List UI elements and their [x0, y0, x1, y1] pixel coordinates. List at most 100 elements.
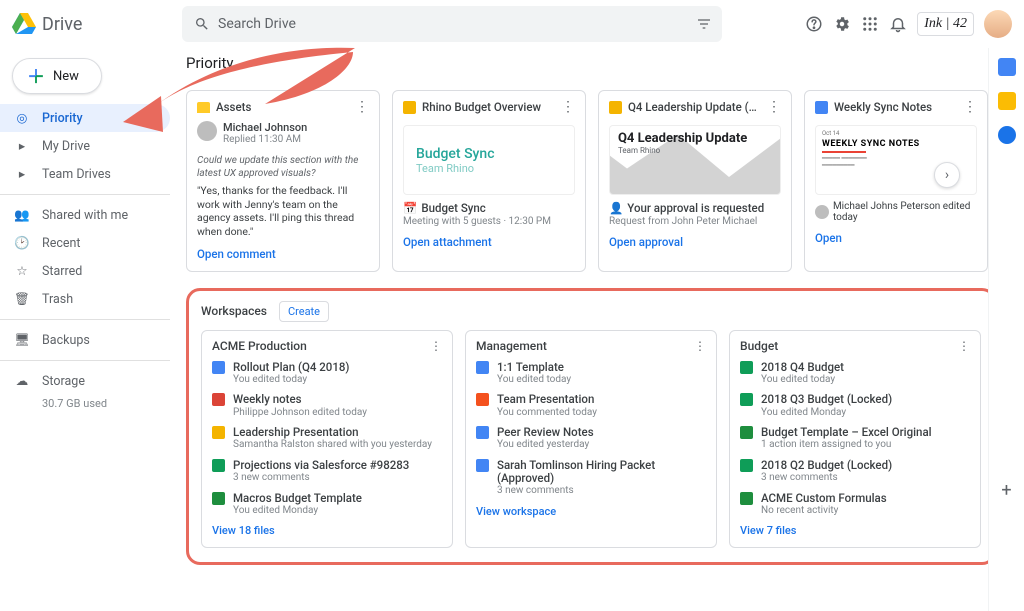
sheets-icon	[212, 459, 225, 472]
more-icon[interactable]: ⋮	[963, 99, 977, 115]
workspace-column: Management⋮ 1:1 Template You edited toda…	[465, 330, 717, 549]
file-subtitle: 1 action item assigned to you	[761, 439, 932, 451]
workspace-file[interactable]: Weekly notes Philippe Johnson edited tod…	[212, 393, 442, 418]
filter-icon[interactable]	[696, 16, 712, 32]
nav-trash[interactable]: 🗑Trash	[0, 285, 170, 313]
new-label: New	[53, 69, 79, 84]
workspaces-title: Workspaces	[201, 304, 267, 318]
people-icon: 👥	[14, 208, 30, 223]
more-icon[interactable]: ⋮	[561, 99, 575, 115]
plus-icon: ＋	[27, 63, 45, 89]
workspace-file[interactable]: Budget Template – Excel Original 1 actio…	[740, 426, 970, 451]
workspace-file[interactable]: Macros Budget Template You edited Monday	[212, 492, 442, 517]
excel-icon	[740, 426, 753, 439]
file-title: Macros Budget Template	[233, 492, 362, 505]
slides-icon	[212, 426, 225, 439]
gear-icon[interactable]	[833, 15, 851, 33]
drive-logo[interactable]: Drive	[12, 13, 172, 35]
folder-icon	[197, 102, 210, 113]
more-icon[interactable]: ⋮	[958, 339, 970, 353]
file-title: 2018 Q4 Budget	[761, 361, 844, 374]
nav-team-drives[interactable]: ▸ Team Drives	[0, 160, 170, 188]
new-button[interactable]: ＋ New	[12, 58, 102, 94]
workspaces-section: Workspaces Create ACME Production⋮ Rollo…	[186, 288, 988, 566]
tasks-icon[interactable]	[998, 126, 1016, 144]
keep-icon[interactable]	[998, 92, 1016, 110]
workspace-file[interactable]: Peer Review Notes You edited yesterday	[476, 426, 706, 451]
slide-preview: Q4 Leadership Update Team Rhino	[609, 125, 781, 195]
search-placeholder: Search Drive	[218, 16, 296, 32]
file-subtitle: You edited today	[761, 374, 844, 386]
help-icon[interactable]	[805, 15, 823, 33]
sheets-icon	[740, 361, 753, 374]
nav-priority[interactable]: ◎ Priority	[0, 104, 170, 132]
file-title: 1:1 Template	[497, 361, 571, 374]
file-subtitle: You edited today	[497, 374, 571, 386]
workspace-file[interactable]: ACME Custom Formulas No recent activity	[740, 492, 970, 517]
open-link[interactable]: Open	[815, 231, 977, 245]
workspace-file[interactable]: 2018 Q2 Budget (Locked) 3 new comments	[740, 459, 970, 484]
view-workspace-link[interactable]: View 7 files	[740, 524, 970, 537]
workspace-file[interactable]: 2018 Q4 Budget You edited today	[740, 361, 970, 386]
excel-icon	[212, 492, 225, 505]
open-attachment-link[interactable]: Open attachment	[403, 235, 575, 249]
slides-icon	[403, 101, 416, 114]
file-subtitle: Philippe Johnson edited today	[233, 407, 367, 419]
scroll-right-button[interactable]: ›	[934, 162, 960, 188]
docs-icon	[476, 459, 489, 472]
workspace-file[interactable]: Rollout Plan (Q4 2018) You edited today	[212, 361, 442, 386]
user-avatar[interactable]	[984, 10, 1012, 38]
workspace-file[interactable]: 2018 Q3 Budget (Locked) You edited Monda…	[740, 393, 970, 418]
check-icon: ◎	[14, 110, 30, 126]
more-icon[interactable]: ⋮	[694, 339, 706, 353]
nav-backups[interactable]: 🖥Backups	[0, 326, 170, 354]
file-subtitle: No recent activity	[761, 505, 887, 517]
sheets-icon	[740, 393, 753, 406]
nav-shared[interactable]: 👥Shared with me	[0, 201, 170, 229]
avatar	[197, 121, 217, 141]
slides-icon	[609, 101, 622, 114]
calendar-icon[interactable]	[998, 58, 1016, 76]
cloud-icon: ☁	[14, 373, 30, 389]
backup-icon: 🖥	[14, 333, 30, 348]
more-icon[interactable]: ⋮	[767, 99, 781, 115]
file-subtitle: 3 new comments	[761, 472, 892, 484]
clock-icon: 🕑	[14, 236, 30, 251]
file-title: Team Presentation	[497, 393, 597, 406]
view-workspace-link[interactable]: View workspace	[476, 505, 706, 518]
add-icon[interactable]: +	[1001, 480, 1011, 501]
nav-recent[interactable]: 🕑Recent	[0, 229, 170, 257]
open-approval-link[interactable]: Open approval	[609, 235, 781, 249]
priority-card-rhino-budget[interactable]: Rhino Budget Overview ⋮ Budget Sync Team…	[392, 90, 586, 272]
docs-icon	[476, 426, 489, 439]
workspace-file[interactable]: Projections via Salesforce #98283 3 new …	[212, 459, 442, 484]
storage-used: 30.7 GB used	[0, 395, 170, 410]
workspace-title: Budget	[740, 339, 778, 353]
priority-card-q4-leadership[interactable]: Q4 Leadership Update (Approve... ⋮ Q4 Le…	[598, 90, 792, 272]
header-icons: Ink | 42	[805, 10, 1012, 38]
slide-preview: Budget Sync Team Rhino	[403, 125, 575, 195]
apps-icon[interactable]	[861, 15, 879, 33]
nav-my-drive[interactable]: ▸ My Drive	[0, 132, 170, 160]
priority-card-weekly-sync[interactable]: Weekly Sync Notes ⋮ Oct 14 WEEKLY SYNC N…	[804, 90, 988, 272]
nav-storage[interactable]: ☁Storage	[0, 367, 170, 395]
file-subtitle: You edited Monday	[761, 407, 892, 419]
search-bar[interactable]: Search Drive	[182, 6, 722, 42]
workspace-file[interactable]: Leadership Presentation Samantha Ralston…	[212, 426, 442, 451]
view-workspace-link[interactable]: View 18 files	[212, 524, 442, 537]
priority-card-assets[interactable]: Assets ⋮ Michael Johnson Replied 11:30 A…	[186, 90, 380, 272]
create-workspace-button[interactable]: Create	[279, 301, 329, 322]
workspace-file[interactable]: Team Presentation You commented today	[476, 393, 706, 418]
nav-starred[interactable]: ☆Starred	[0, 257, 170, 285]
bell-icon[interactable]	[889, 15, 907, 33]
more-icon[interactable]: ⋮	[355, 99, 369, 115]
star-icon: ☆	[14, 263, 30, 279]
workspace-file[interactable]: 1:1 Template You edited today	[476, 361, 706, 386]
form-icon	[476, 393, 489, 406]
file-subtitle: You edited yesterday	[497, 439, 594, 451]
open-comment-link[interactable]: Open comment	[197, 247, 369, 261]
workspace-file[interactable]: Sarah Tomlinson Hiring Packet (Approved)…	[476, 459, 706, 497]
file-title: 2018 Q3 Budget (Locked)	[761, 393, 892, 406]
more-icon[interactable]: ⋮	[430, 339, 442, 353]
docs-icon	[815, 101, 828, 114]
